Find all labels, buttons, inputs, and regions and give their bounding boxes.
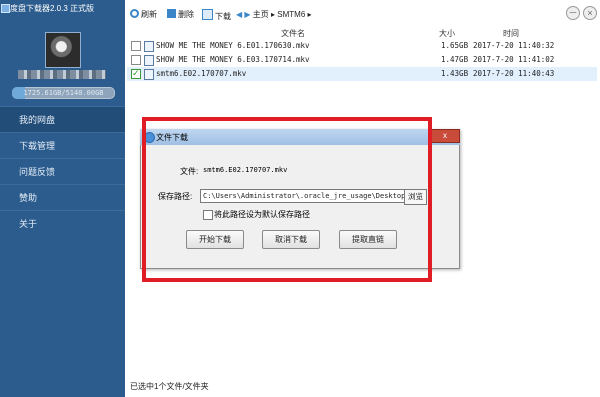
video-file-icon (144, 69, 154, 80)
file-name: smtm6.E02.170707.mkv (156, 69, 247, 78)
refresh-button[interactable]: 刷新 (130, 9, 157, 20)
column-header-time[interactable]: 时间 (503, 28, 519, 39)
back-arrow-icon[interactable]: ◀ (236, 10, 242, 19)
annotation-highlight-box (142, 117, 432, 282)
video-file-icon (144, 55, 154, 66)
sidebar-item-about[interactable]: 关于 (0, 210, 125, 236)
delete-button[interactable]: 删除 (167, 9, 194, 20)
row-checkbox[interactable] (131, 55, 141, 65)
breadcrumb: ◀ ▶ 主页 ▸ SMTM6 ▸ (236, 9, 312, 20)
sidebar-item-sponsor[interactable]: 赞助 (0, 184, 125, 210)
row-checkbox-checked[interactable]: ✓ (131, 69, 141, 79)
file-size: 1.65GB (441, 41, 469, 50)
breadcrumb-separator-icon: ▸ (307, 10, 312, 19)
file-size: 1.43GB (441, 69, 469, 78)
breadcrumb-current[interactable]: SMTM6 (277, 10, 305, 19)
app-logo-icon (1, 4, 10, 13)
close-button[interactable]: × (583, 6, 597, 20)
sidebar-item-feedback[interactable]: 问题反馈 (0, 158, 125, 184)
download-icon (202, 9, 213, 20)
download-button[interactable]: 下载 (202, 9, 231, 22)
file-size: 1.47GB (441, 55, 469, 64)
file-time: 2017-7-20 11:41:02 (473, 55, 555, 64)
app-title: 度盘下载器2.0.3 正式版 (10, 4, 95, 13)
avatar[interactable] (45, 32, 81, 68)
trash-icon (167, 9, 176, 18)
dialog-close-button[interactable]: x (430, 129, 460, 143)
refresh-label: 刷新 (141, 10, 157, 19)
sidebar-item-my-disk[interactable]: 我的网盘 (0, 106, 125, 132)
username-blurred (18, 70, 106, 79)
breadcrumb-separator-icon: ▸ (271, 10, 276, 19)
file-name: SHOW ME THE MONEY 6.E03.170714.mkv (156, 55, 310, 64)
minimize-button[interactable]: － (566, 6, 580, 20)
row-checkbox[interactable] (131, 41, 141, 51)
download-label: 下载 (215, 12, 231, 21)
file-name: SHOW ME THE MONEY 6.E01.170630.mkv (156, 41, 310, 50)
column-header-name[interactable]: 文件名 (281, 28, 305, 39)
status-text: 已选中1个文件/文件夹 (130, 382, 209, 391)
file-time: 2017-7-20 11:40:43 (473, 69, 555, 78)
quota-text: 1725.61GB/5140.00GB (23, 89, 104, 97)
breadcrumb-home[interactable]: 主页 (253, 10, 269, 19)
file-time: 2017-7-20 11:40:32 (473, 41, 555, 50)
delete-label: 删除 (178, 10, 194, 19)
sidebar-item-download-manager[interactable]: 下载管理 (0, 132, 125, 158)
refresh-icon (130, 9, 139, 18)
column-header-size[interactable]: 大小 (439, 28, 455, 39)
video-file-icon (144, 41, 154, 52)
forward-arrow-icon[interactable]: ▶ (244, 10, 250, 19)
